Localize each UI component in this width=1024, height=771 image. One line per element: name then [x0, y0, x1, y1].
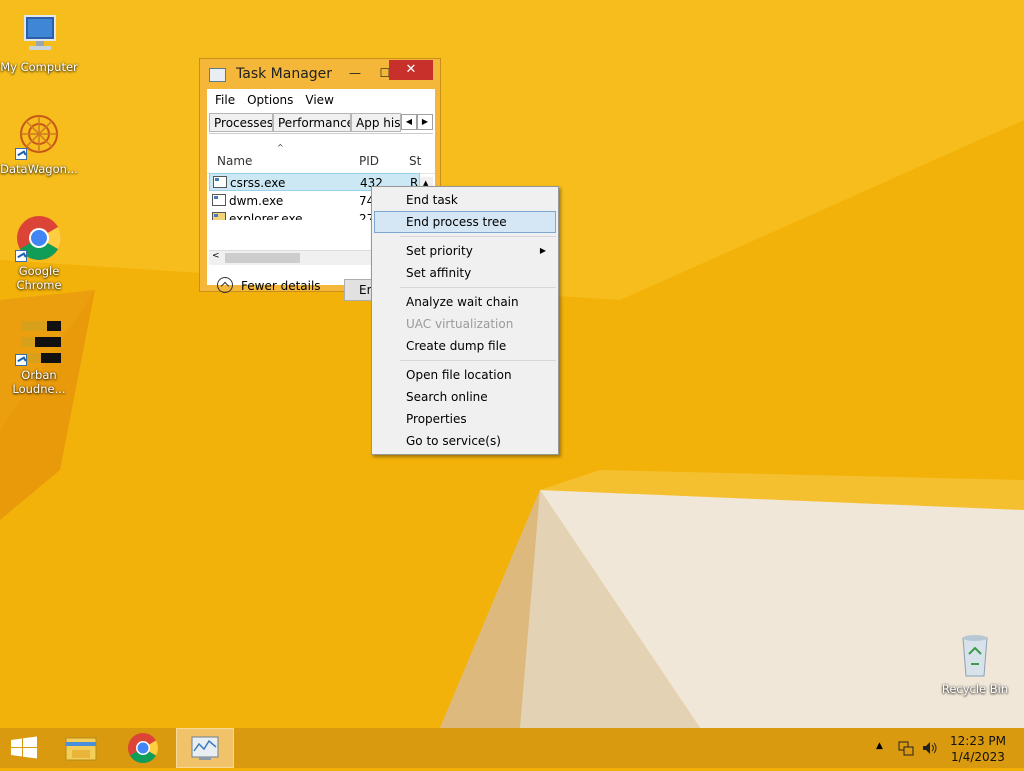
- process-list-header: Name ^ PID St: [207, 143, 435, 174]
- windows-start-icon: [11, 736, 37, 759]
- task-manager-icon: [191, 736, 219, 760]
- tab-performance[interactable]: Performance: [273, 113, 351, 132]
- close-button[interactable]: ✕: [389, 60, 433, 80]
- desktop-icon-label: My Computer: [0, 60, 78, 74]
- menu-item-uac-virtualization: UAC virtualization: [406, 317, 514, 331]
- desktop-icon-recycle-bin[interactable]: Recycle Bin: [936, 632, 1014, 696]
- desktop-icon-google-chrome[interactable]: Google Chrome: [0, 214, 78, 292]
- process-context-menu: End task End process tree Set priority ▶…: [371, 186, 559, 455]
- taskbar-task-manager[interactable]: [176, 728, 234, 768]
- menu-bar: File Options View: [207, 89, 435, 109]
- taskbar-chrome[interactable]: [114, 728, 172, 768]
- orban-loudness-icon: [15, 318, 63, 366]
- clock[interactable]: 12:23 PM 1/4/2023: [950, 733, 1006, 765]
- sort-ascending-icon: ^: [277, 143, 284, 152]
- column-pid[interactable]: PID: [359, 154, 379, 168]
- submenu-arrow-icon: ▶: [539, 246, 546, 255]
- chrome-icon: [15, 214, 63, 262]
- menu-separator: [400, 287, 556, 288]
- task-manager-icon: [209, 68, 226, 82]
- menu-file[interactable]: File: [209, 89, 241, 109]
- desktop-icon-datawagon[interactable]: DataWagon...: [0, 112, 78, 176]
- desktop-icon-orban-loudness[interactable]: Orban Loudne...: [0, 318, 78, 396]
- menu-item-properties[interactable]: Properties: [374, 408, 556, 430]
- desktop-icon-label: DataWagon...: [0, 162, 78, 176]
- folder-icon: [212, 212, 226, 220]
- desktop-icon-label: Orban Loudne...: [12, 368, 66, 396]
- tab-strip: Processes Performance App his ◀ ▶: [209, 113, 433, 134]
- clock-date: 1/4/2023: [951, 750, 1005, 764]
- taskbar: ▲ 12:23 PM 1/4/2023: [0, 728, 1024, 768]
- shortcut-arrow-icon: [15, 354, 27, 366]
- column-name[interactable]: Name: [217, 154, 252, 168]
- process-icon: [212, 194, 226, 206]
- menu-item-end-task[interactable]: End task: [374, 189, 556, 211]
- process-name: dwm.exe: [229, 194, 284, 208]
- datawagon-icon: [15, 112, 63, 160]
- tab-app-history[interactable]: App his: [351, 113, 401, 132]
- process-icon: [213, 176, 227, 188]
- shortcut-arrow-icon: [15, 148, 27, 160]
- title-bar[interactable]: Task Manager — ☐ ✕: [208, 60, 433, 87]
- menu-view[interactable]: View: [299, 89, 339, 109]
- show-hidden-icons-icon[interactable]: ▲: [876, 741, 883, 751]
- computer-icon: [15, 10, 63, 58]
- tab-scroll-right-icon[interactable]: ▶: [417, 114, 433, 130]
- menu-item-open-file-location[interactable]: Open file location: [374, 364, 556, 386]
- menu-item-end-process-tree[interactable]: End process tree: [374, 211, 556, 233]
- menu-item-set-priority[interactable]: Set priority ▶: [374, 240, 556, 262]
- menu-item-label: Set priority: [406, 244, 473, 258]
- column-status[interactable]: St: [409, 154, 421, 168]
- network-icon[interactable]: [898, 740, 914, 756]
- desktop-icon-label: Google Chrome: [16, 264, 62, 292]
- recycle-bin-icon: [951, 632, 999, 680]
- window-title: Task Manager: [236, 66, 333, 82]
- menu-item-create-dump-file[interactable]: Create dump file: [374, 335, 556, 357]
- menu-separator: [400, 360, 556, 361]
- minimize-button[interactable]: —: [342, 63, 368, 83]
- start-button[interactable]: [0, 728, 58, 768]
- shortcut-arrow-icon: [15, 250, 27, 262]
- scrollbar-thumb[interactable]: [225, 253, 300, 263]
- desktop-icon-label: Recycle Bin: [941, 682, 1009, 696]
- volume-icon[interactable]: [922, 740, 938, 756]
- process-name: explorer.exe: [229, 212, 303, 220]
- menu-item-analyze-wait-chain[interactable]: Analyze wait chain: [374, 291, 556, 313]
- chrome-icon: [128, 733, 159, 764]
- menu-item-set-affinity[interactable]: Set affinity: [374, 262, 556, 284]
- taskbar-file-explorer[interactable]: [52, 728, 110, 768]
- file-explorer-icon: [65, 737, 97, 761]
- system-tray: ▲: [872, 728, 942, 768]
- clock-time: 12:23 PM: [950, 734, 1006, 748]
- menu-separator: [400, 236, 556, 237]
- menu-item-go-to-services[interactable]: Go to service(s): [374, 430, 556, 452]
- menu-options[interactable]: Options: [241, 89, 299, 109]
- tab-processes[interactable]: Processes: [209, 113, 273, 132]
- chevron-up-icon: [217, 277, 233, 293]
- process-name: csrss.exe: [230, 176, 286, 190]
- menu-item-search-online[interactable]: Search online: [374, 386, 556, 408]
- fewer-details-label: Fewer details: [241, 279, 321, 293]
- scroll-left-icon[interactable]: <: [212, 251, 220, 261]
- tab-scroll-left-icon[interactable]: ◀: [401, 114, 417, 130]
- desktop-icon-my-computer[interactable]: My Computer: [0, 10, 78, 74]
